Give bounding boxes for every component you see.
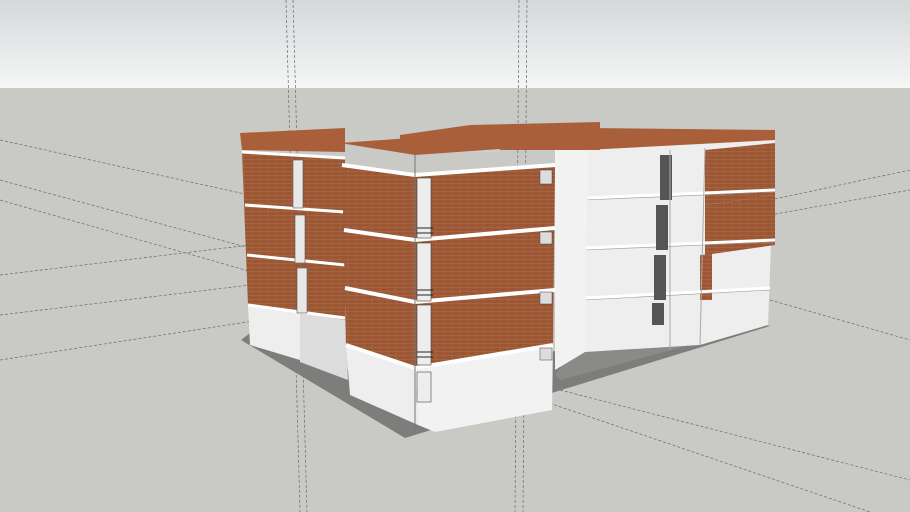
left-building-block bbox=[240, 128, 348, 380]
front-building-block bbox=[340, 132, 558, 432]
right-building-block bbox=[584, 128, 776, 352]
sky bbox=[0, 0, 910, 88]
connector-wall bbox=[555, 148, 588, 370]
viewport-3d[interactable] bbox=[0, 0, 910, 512]
